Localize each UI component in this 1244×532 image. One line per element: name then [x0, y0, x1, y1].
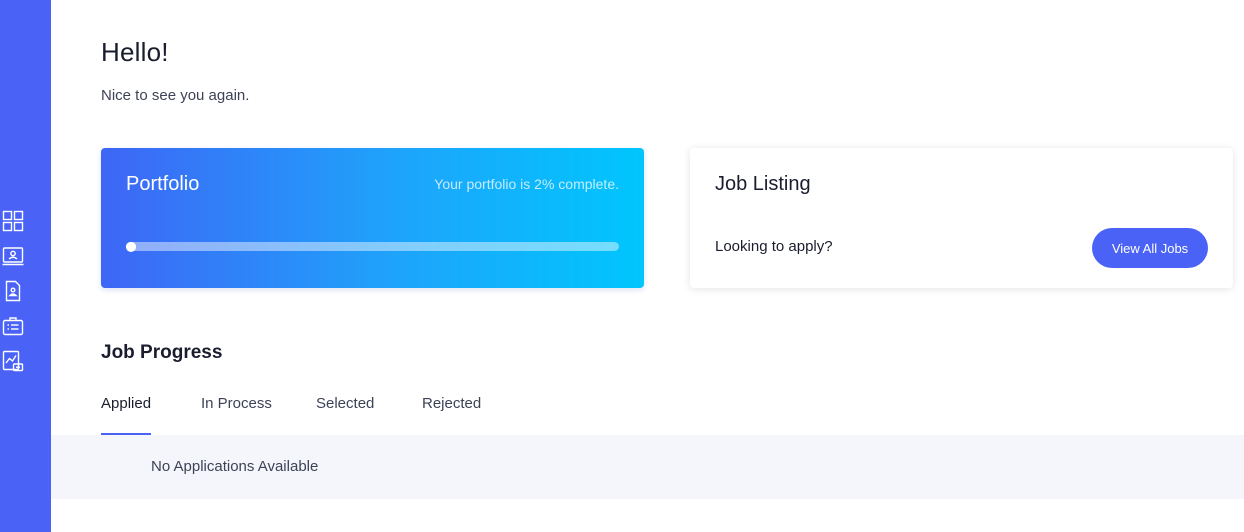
job-listing-card: Job Listing Looking to apply? View All J…: [690, 148, 1233, 288]
page-subtitle: Nice to see you again.: [101, 87, 250, 104]
profile-card-icon: [2, 247, 24, 266]
portfolio-progress-knob: [126, 241, 136, 252]
portfolio-progress-bar: [126, 241, 619, 252]
main-content: Hello! Nice to see you again. Portfolio …: [51, 0, 1244, 532]
job-listing-question: Looking to apply?: [715, 238, 833, 255]
tab-rejected[interactable]: Rejected: [422, 395, 481, 435]
empty-state-message: No Applications Available: [151, 458, 319, 475]
portfolio-card[interactable]: Portfolio Your portfolio is 2% complete.: [101, 148, 644, 288]
portfolio-title: Portfolio: [126, 173, 200, 195]
sidebar-item-profile[interactable]: [1, 243, 25, 269]
jobs-briefcase-icon: [2, 317, 24, 336]
tab-selected[interactable]: Selected: [316, 395, 374, 435]
sidebar-item-jobs[interactable]: [1, 313, 25, 339]
applications-panel: No Applications Available: [51, 435, 1244, 499]
analytics-icon: [2, 350, 24, 372]
tab-applied[interactable]: Applied: [101, 395, 152, 435]
sidebar-item-resume[interactable]: [1, 278, 25, 304]
dashboard-icon: [2, 210, 24, 232]
sidebar: [0, 0, 51, 532]
job-listing-title: Job Listing: [715, 173, 811, 195]
sidebar-item-dashboard[interactable]: [1, 208, 25, 234]
view-all-jobs-button[interactable]: View All Jobs: [1092, 228, 1208, 268]
job-progress-tabs: Applied In Process Selected Rejected: [101, 395, 601, 435]
page-title: Hello!: [101, 37, 169, 67]
job-progress-title: Job Progress: [101, 342, 223, 363]
tab-in-process[interactable]: In Process: [201, 395, 272, 435]
sidebar-item-analytics[interactable]: [1, 348, 25, 374]
portfolio-status-text: Your portfolio is 2% complete.: [434, 176, 619, 192]
resume-icon: [5, 280, 21, 302]
